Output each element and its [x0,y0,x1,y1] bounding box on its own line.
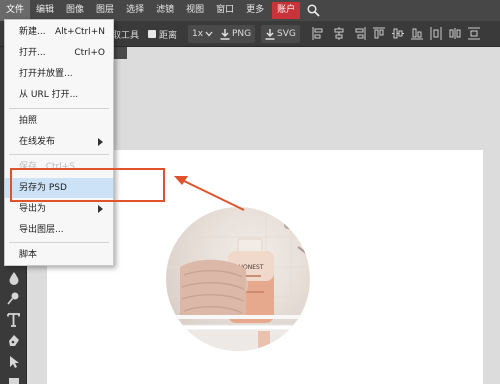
dodge-tool[interactable] [5,289,22,306]
align-center-horizontal-icon[interactable] [333,27,345,40]
png-label: PNG [232,29,252,39]
menu-item-take-photo[interactable]: 拍照 [5,111,113,131]
align-middle-vertical-icon[interactable] [392,27,404,40]
download-icon [220,28,230,40]
text-icon [7,312,20,327]
chevron-down-icon [205,31,213,37]
menu-item-scripts[interactable]: 脚本 [5,245,113,265]
distance-toggle[interactable]: 距离 [148,25,177,43]
circular-product-photo: HONEST [166,207,310,351]
menu-separator [9,154,109,155]
menu-edit[interactable]: 编辑 [30,0,60,21]
submenu-arrow-icon [98,138,103,146]
shape-tool[interactable] [5,373,22,384]
menu-item-new[interactable]: 新建... Alt+Ctrl+N [5,22,113,42]
menu-item-open-from-url[interactable]: 从 URL 打开... [5,85,113,105]
search-button[interactable] [302,0,324,21]
distribute-horizontal-icon[interactable] [430,27,442,40]
distance-label: 距离 [159,30,178,41]
menu-filter[interactable]: 滤镜 [150,0,180,21]
menu-separator [9,108,109,109]
menu-bar: 文件 编辑 图像 图层 选择 滤镜 视图 窗口 更多 账户 [0,0,500,21]
menu-item-publish-online-label: 在线发布 [19,137,56,147]
zoom-value: 1x [192,29,204,39]
menu-item-take-photo-label: 拍照 [19,116,38,126]
menu-item-open-from-url-label: 从 URL 打开... [19,90,79,100]
distance-checkbox[interactable] [148,30,156,38]
menu-item-new-label: 新建... [19,27,46,37]
file-menu-dropdown: 新建... Alt+Ctrl+N 打开... Ctrl+O 打开并放置... 从… [4,19,114,266]
menu-more[interactable]: 更多 [240,0,270,21]
search-icon [307,4,320,17]
menu-file[interactable]: 文件 [0,0,31,21]
dodge-icon [7,292,19,305]
align-left-icon[interactable] [312,27,324,40]
menu-item-open[interactable]: 打开... Ctrl+O [5,43,113,63]
menu-item-publish-online[interactable]: 在线发布 [5,132,113,152]
menu-item-open-shortcut: Ctrl+O [74,48,105,58]
menu-select[interactable]: 选择 [120,0,150,21]
rectangle-icon [8,377,19,384]
menu-item-export-layers-label: 导出图层... [19,225,64,235]
menu-account[interactable]: 账户 [272,2,301,19]
tool-option-text: 取工具 [112,30,140,41]
tool-option-label: 取工具 [112,25,139,43]
export-png-button[interactable]: PNG [216,25,256,43]
menu-item-export-as[interactable]: 导出为 [5,199,113,219]
menu-window[interactable]: 窗口 [210,0,240,21]
menu-layer[interactable]: 图层 [90,0,120,21]
menu-view[interactable]: 视图 [180,0,210,21]
distribute-spacing-icon[interactable] [449,27,461,40]
pen-icon [9,334,19,346]
menu-item-open-label: 打开... [19,48,46,58]
menu-item-export-as-label: 导出为 [19,204,47,214]
align-bottom-icon[interactable] [411,27,423,40]
menu-item-open-and-place-label: 打开并放置... [19,69,73,79]
annotation-highlight-box [10,168,165,202]
menu-item-scripts-label: 脚本 [19,250,38,260]
text-tool[interactable] [5,311,22,328]
svg-label: SVG [277,29,296,39]
pen-tool[interactable] [5,332,22,349]
align-top-icon[interactable] [373,27,385,40]
align-right-icon[interactable] [354,27,366,40]
blur-tool[interactable] [5,269,22,286]
annotation-arrow-icon [174,176,245,211]
cursor-arrow-icon [9,355,19,368]
droplet-icon [9,271,18,285]
menu-item-open-and-place[interactable]: 打开并放置... [5,64,113,84]
zoom-select[interactable]: 1x [188,25,218,43]
path-select-tool[interactable] [5,353,22,370]
photo-illustration: HONEST [166,207,310,351]
menu-image[interactable]: 图像 [60,0,90,21]
menu-item-export-layers[interactable]: 导出图层... [5,220,113,240]
menu-item-new-shortcut: Alt+Ctrl+N [54,27,105,37]
submenu-arrow-icon [98,205,103,213]
distribute-vertical-icon[interactable] [468,27,480,40]
menu-separator [9,242,109,243]
export-svg-button[interactable]: SVG [261,25,300,43]
download-icon [265,28,275,40]
